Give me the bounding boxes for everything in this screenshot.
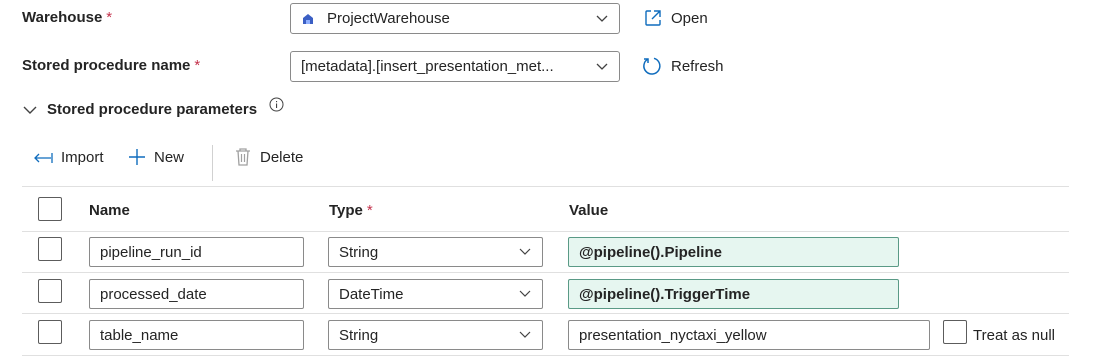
toolbar-divider <box>212 145 213 181</box>
delete-button-label: Delete <box>260 148 304 166</box>
parameter-type-value: String <box>339 243 379 261</box>
column-header-type: Type * <box>329 202 373 219</box>
parameter-type-select[interactable]: String <box>328 320 543 350</box>
warehouse-selected-value: ProjectWarehouse <box>327 10 450 27</box>
parameter-name-value: processed_date <box>100 285 207 303</box>
trash-icon <box>234 147 252 167</box>
new-button-label: New <box>154 148 185 166</box>
table-top-divider <box>22 186 1069 187</box>
row-divider <box>22 272 1069 273</box>
column-header-value: Value <box>569 202 609 219</box>
import-button[interactable]: Import <box>33 149 104 166</box>
parameter-name-value: pipeline_run_id <box>100 243 202 261</box>
chevron-down-icon <box>595 60 609 74</box>
stored-procedure-label-text: Stored procedure name <box>22 57 191 74</box>
chevron-down-icon <box>518 245 532 259</box>
row-checkbox[interactable] <box>38 320 62 344</box>
import-icon <box>33 151 53 165</box>
column-header-name: Name <box>89 202 130 219</box>
required-mark: * <box>106 9 113 26</box>
column-header-type-text: Type <box>329 202 363 219</box>
parameter-type-select[interactable]: String <box>328 237 543 267</box>
parameter-value-text: @pipeline().Pipeline <box>579 243 722 261</box>
chevron-down-icon <box>595 12 609 26</box>
select-all-checkbox[interactable] <box>38 197 62 221</box>
parameter-name-input[interactable]: processed_date <box>89 279 304 309</box>
stored-procedure-selected-value: [metadata].[insert_presentation_met... <box>301 58 554 75</box>
warehouse-icon <box>301 12 315 26</box>
stored-procedure-label: Stored procedure name * <box>22 57 200 74</box>
parameter-value-input[interactable]: presentation_nyctaxi_yellow <box>568 320 930 350</box>
open-external-icon <box>643 8 663 28</box>
parameter-type-select[interactable]: DateTime <box>328 279 543 309</box>
stored-procedure-select[interactable]: [metadata].[insert_presentation_met... <box>290 51 620 82</box>
required-mark: * <box>366 202 373 219</box>
parameters-section-title: Stored procedure parameters <box>47 101 258 118</box>
row-divider <box>22 313 1069 314</box>
row-checkbox[interactable] <box>38 237 62 261</box>
parameter-name-value: table_name <box>100 326 179 344</box>
import-button-label: Import <box>61 149 104 166</box>
warehouse-select[interactable]: ProjectWarehouse <box>290 3 620 34</box>
parameter-value-expression[interactable]: @pipeline().TriggerTime <box>568 279 899 309</box>
row-divider <box>22 355 1069 356</box>
chevron-down-icon <box>22 105 38 115</box>
parameter-value-text: presentation_nyctaxi_yellow <box>579 326 767 344</box>
parameter-name-input[interactable]: table_name <box>89 320 304 350</box>
warehouse-label-text: Warehouse <box>22 9 103 26</box>
parameter-value-expression[interactable]: @pipeline().Pipeline <box>568 237 899 267</box>
parameter-name-input[interactable]: pipeline_run_id <box>89 237 304 267</box>
delete-button[interactable]: Delete <box>234 147 303 167</box>
row-checkbox[interactable] <box>38 279 62 303</box>
refresh-icon <box>641 55 663 77</box>
parameter-value-text: @pipeline().TriggerTime <box>579 285 751 303</box>
parameter-type-value: String <box>339 326 379 344</box>
parameter-type-value: DateTime <box>339 285 404 303</box>
required-mark: * <box>194 57 201 74</box>
open-button-label: Open <box>671 9 708 27</box>
table-header-divider <box>22 231 1069 232</box>
refresh-button[interactable]: Refresh <box>641 55 724 77</box>
chevron-down-icon <box>518 287 532 301</box>
chevron-down-icon <box>518 328 532 342</box>
parameters-section-toggle[interactable]: Stored procedure parameters <box>22 101 257 118</box>
new-button[interactable]: New <box>128 148 184 166</box>
treat-as-null-label: Treat as null <box>973 327 1055 344</box>
info-icon[interactable] <box>269 97 284 112</box>
warehouse-label: Warehouse * <box>22 9 112 26</box>
refresh-button-label: Refresh <box>671 57 724 75</box>
open-button[interactable]: Open <box>643 8 708 28</box>
plus-icon <box>128 148 146 166</box>
treat-as-null-checkbox[interactable] <box>943 320 967 344</box>
